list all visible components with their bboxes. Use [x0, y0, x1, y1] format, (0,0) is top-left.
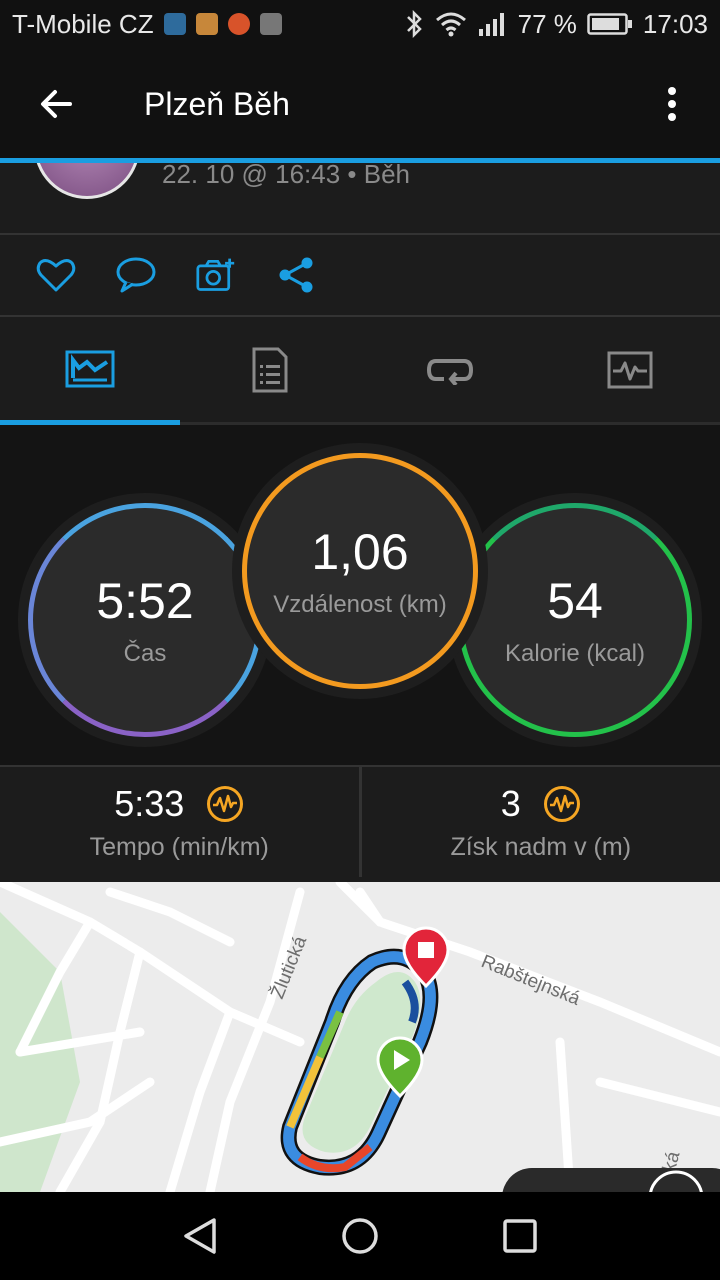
time-stat: 5:52 Čas — [28, 503, 262, 737]
notification-euro-icon — [227, 13, 250, 35]
calories-label: Kalorie (kcal) — [504, 640, 646, 667]
details-list-icon — [252, 347, 288, 392]
time-value: 5:52 — [96, 573, 194, 629]
charts-pulse-icon — [607, 351, 653, 388]
calories-value: 54 — [547, 573, 603, 629]
stats-panel: 5:52 Čas 54 Kalorie (kcal) 1,06 Vzdáleno… — [0, 425, 720, 765]
nav-home-button[interactable] — [336, 1212, 384, 1260]
more-options-button[interactable] — [652, 76, 692, 132]
nav-back-button[interactable] — [176, 1212, 224, 1260]
metrics-row: 5:33 Tempo (min/km) 3 Získ nadm v (m) — [0, 765, 720, 877]
tab-details[interactable] — [180, 317, 360, 422]
pace-metric[interactable]: 5:33 Tempo (min/km) — [0, 767, 359, 877]
pace-label: Tempo (min/km) — [89, 832, 269, 861]
activity-header: 22. 10 @ 16:43 • Běh — [0, 163, 720, 235]
bluetooth-icon — [406, 10, 422, 38]
signal-icon — [478, 13, 504, 36]
nav-back-icon — [184, 1218, 216, 1254]
tab-laps[interactable] — [360, 317, 540, 422]
back-button[interactable] — [28, 76, 84, 132]
map-canvas: Žlutická Rabštejnská ská — [0, 882, 720, 1192]
action-row — [0, 235, 720, 317]
share-button[interactable] — [276, 255, 316, 295]
carrier-label: T-Mobile CZ — [12, 8, 154, 39]
nav-home-icon — [342, 1218, 378, 1254]
notification-image-icon — [259, 13, 282, 35]
battery-percent: 77 % — [517, 8, 577, 39]
wifi-icon — [435, 12, 466, 37]
like-button[interactable] — [36, 255, 76, 295]
tab-overview[interactable] — [0, 317, 180, 425]
add-photo-icon — [196, 258, 235, 291]
avatar[interactable] — [34, 163, 140, 199]
share-icon — [279, 257, 313, 293]
status-bar: T-Mobile CZ 77 % 17:03 — [0, 0, 720, 48]
overview-chart-icon — [65, 350, 115, 387]
elevation-value: 3 — [500, 782, 521, 824]
calories-stat: 54 Kalorie (kcal) — [458, 503, 692, 737]
distance-value: 1,06 — [311, 524, 409, 580]
app-bar: Plzeň Běh — [0, 48, 720, 160]
like-icon — [36, 259, 76, 292]
notification-app-icon — [163, 13, 186, 35]
distance-stat: 1,06 Vzdálenost (km) — [242, 453, 478, 689]
nav-recents-icon — [503, 1219, 537, 1253]
elevation-chart-icon — [543, 785, 580, 822]
activity-meta: 22. 10 @ 16:43 • Běh — [162, 163, 411, 189]
pace-value: 5:33 — [114, 782, 185, 824]
more-vert-icon — [668, 87, 676, 121]
distance-label: Vzdálenost (km) — [273, 591, 447, 618]
route-map[interactable]: Žlutická Rabštejnská ská — [0, 882, 720, 1192]
battery-icon — [587, 13, 632, 35]
comment-button[interactable] — [116, 255, 156, 295]
pace-chart-icon — [207, 785, 244, 822]
map-controls[interactable] — [502, 1168, 720, 1192]
comment-icon — [116, 257, 156, 293]
elevation-metric[interactable]: 3 Získ nadm v (m) — [358, 767, 720, 877]
notification-lock-icon — [195, 13, 218, 35]
time-label: Čas — [123, 640, 167, 667]
tab-charts[interactable] — [540, 317, 720, 422]
elevation-label: Získ nadm v (m) — [450, 832, 632, 861]
page-title: Plzeň Běh — [144, 85, 290, 122]
arrow-back-icon — [41, 90, 72, 118]
nav-recents-button[interactable] — [496, 1212, 544, 1260]
system-nav-bar — [0, 1192, 720, 1280]
laps-loop-icon — [426, 358, 474, 385]
tab-bar — [0, 317, 720, 425]
add-photo-button[interactable] — [196, 255, 236, 295]
clock: 17:03 — [642, 8, 708, 39]
